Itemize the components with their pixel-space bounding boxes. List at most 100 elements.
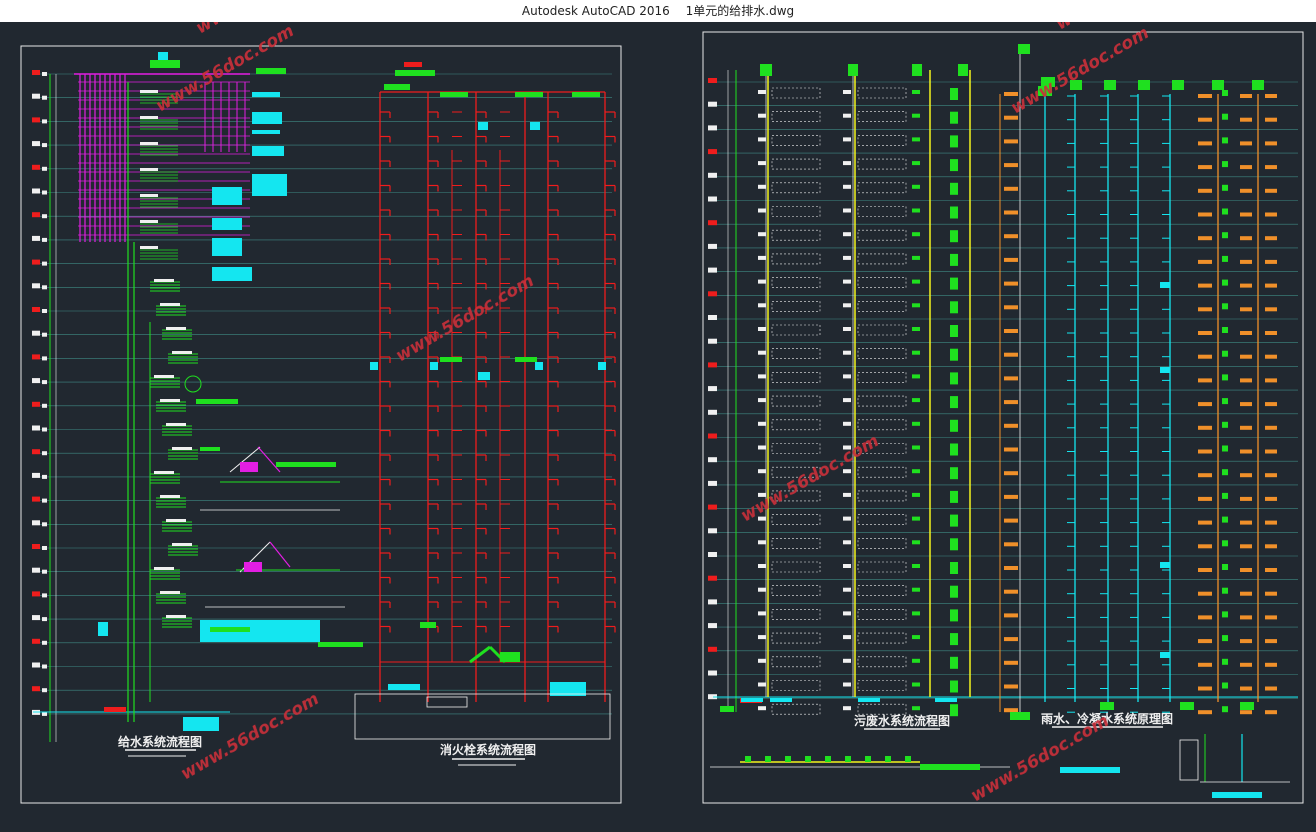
tank-block [150, 60, 180, 68]
tank-block [395, 70, 435, 76]
annotation-block [1265, 259, 1277, 264]
annotation-block [1104, 80, 1116, 90]
right-sheet-frame [702, 31, 1304, 804]
floor-label-block [42, 309, 47, 313]
fixture-group [771, 680, 821, 691]
trap-symbol [1222, 232, 1228, 239]
fixture-group [857, 324, 907, 336]
trap-symbol [950, 253, 958, 266]
fixture-label [843, 658, 851, 663]
floor-marker [32, 117, 40, 123]
trap-symbol [912, 682, 920, 687]
trap-symbol [950, 633, 958, 646]
trap-symbol [950, 111, 958, 124]
fixture-group [771, 585, 821, 597]
detail-block [244, 562, 262, 572]
annotation-block [1240, 141, 1252, 146]
fire-hydrant-diagram [354, 62, 616, 740]
annotation-block [1004, 708, 1018, 713]
annotation-block [1004, 210, 1018, 215]
fixture-label [758, 184, 766, 189]
floor-label-block [42, 261, 47, 266]
fixture-group [857, 656, 907, 668]
fixture-label [154, 279, 174, 282]
fixture-group [771, 253, 821, 265]
trap-symbol [950, 538, 958, 551]
fixture-group [857, 229, 907, 241]
floor-label-block [42, 688, 47, 693]
fixture-label [843, 421, 851, 426]
floor-label-block [42, 403, 47, 408]
valve-block [430, 362, 438, 370]
annotation-block [1198, 710, 1212, 715]
trap-symbol [950, 704, 958, 717]
annotation-block [1240, 425, 1252, 430]
annotation-block [720, 706, 734, 712]
fixture-label [843, 611, 851, 616]
pump-connector [469, 645, 491, 664]
fixture-label [166, 423, 186, 426]
fixture-group [857, 300, 907, 312]
trap-symbol [1222, 564, 1228, 570]
annotation-block [1004, 257, 1018, 262]
annotation-block [1018, 44, 1030, 54]
floor-marker [708, 504, 717, 510]
annotation-block [1240, 568, 1252, 572]
floor-marker [32, 544, 40, 549]
annotation-block [1198, 188, 1212, 193]
floor-marker [32, 164, 40, 170]
annotation-block [1240, 473, 1252, 478]
fixture-label [843, 706, 851, 711]
fixture-group [771, 656, 821, 668]
title-bar: Autodesk AutoCAD 2016 1单元的给排水.dwg [0, 0, 1316, 22]
trap-symbol [1222, 374, 1228, 381]
fixture-group [771, 537, 821, 549]
trap-symbol [1222, 445, 1228, 452]
fixture-label [140, 168, 158, 171]
floor-marker [32, 378, 40, 384]
annotation-block [1240, 165, 1252, 170]
floor-marker [32, 330, 40, 336]
fixture-label [758, 658, 766, 663]
floor-marker [708, 409, 717, 415]
trap-symbol [912, 327, 920, 331]
annotation-block [1198, 473, 1212, 478]
rain-condensate-diagram [1038, 80, 1290, 798]
watermark: www.56doc.com [1008, 23, 1153, 118]
fixture-group [771, 561, 821, 573]
annotation-block [1004, 566, 1018, 570]
floor-marker [32, 662, 40, 668]
floor-label-block [42, 617, 47, 622]
trap-symbol [950, 419, 958, 432]
annotation-block [98, 622, 108, 636]
annotation-block [760, 64, 772, 76]
fixture-label [160, 495, 180, 498]
fixture-label [758, 611, 766, 616]
cad-viewport[interactable]: 给水系统流程图 消火栓系统流程图 污废水系统流程图 雨水、冷凝水系统原理图 ww… [0, 0, 1316, 828]
fixture-label [166, 615, 186, 618]
floor-marker [32, 638, 40, 644]
trap-symbol [912, 611, 920, 616]
fixture-group [771, 182, 821, 194]
annotation-block [1004, 589, 1018, 594]
fixture-label [843, 516, 851, 521]
sewage-title: 污废水系统流程图 [854, 713, 950, 728]
annotation-block [935, 698, 957, 702]
trap-symbol [950, 514, 958, 527]
valve-block [598, 362, 606, 370]
floor-label-block [42, 498, 47, 503]
floor-marker [32, 591, 40, 597]
annotation-block [1198, 496, 1212, 501]
annotation-block [1265, 307, 1277, 312]
annotation-block [1198, 165, 1212, 170]
annotation-block [252, 112, 282, 124]
valve-block [572, 92, 600, 97]
watermark-layer: www.56doc.com www.56doc.com www.56doc.co… [153, 0, 1198, 806]
annotation-block [1198, 568, 1212, 572]
annotation-block [1198, 307, 1212, 312]
valve-block [388, 684, 420, 690]
annotation-block [1240, 331, 1252, 335]
fixture-group [857, 395, 907, 407]
annotation-block [1265, 94, 1277, 98]
drawing-canvas[interactable]: 给水系统流程图 消火栓系统流程图 污废水系统流程图 雨水、冷凝水系统原理图 ww… [0, 0, 1316, 828]
